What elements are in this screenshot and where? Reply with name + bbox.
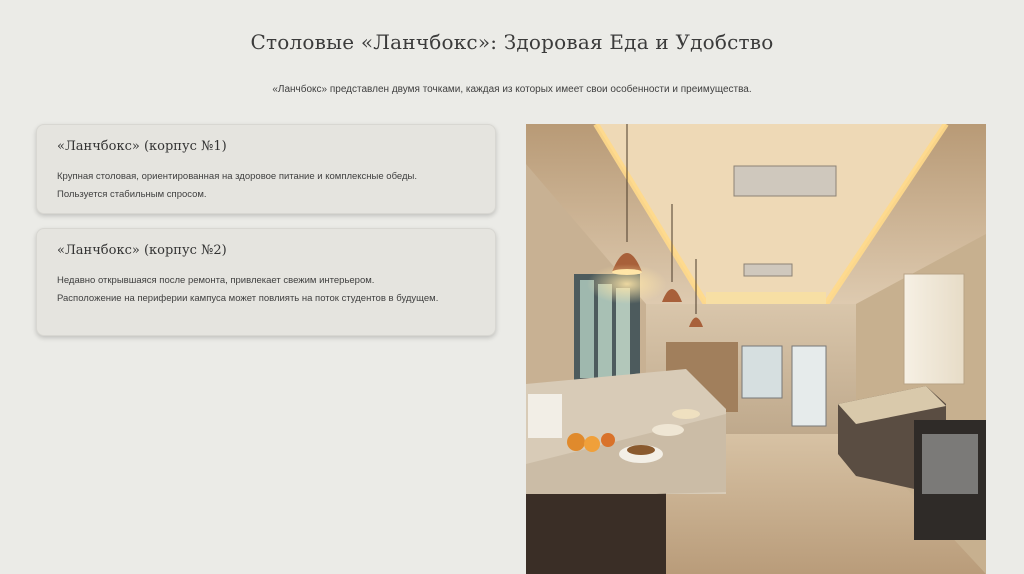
card-title: «Ланчбокс» (корпус №2)	[57, 243, 227, 258]
card-text-line: Пользуется стабильным спросом.	[57, 189, 207, 200]
card-text-line: Крупная столовая, ориентированная на здо…	[57, 171, 417, 182]
card-building-2: «Ланчбокс» (корпус №2) Недавно открывшая…	[36, 228, 496, 336]
card-title: «Ланчбокс» (корпус №1)	[57, 139, 227, 154]
card-text-line: Расположение на периферии кампуса может …	[57, 293, 439, 304]
slide-title: Столовые «Ланчбокс»: Здоровая Еда и Удоб…	[250, 30, 774, 54]
cafeteria-interior-photo	[526, 124, 986, 574]
slide-subtitle: «Ланчбокс» представлен двумя точками, ка…	[272, 84, 752, 95]
card-text-line: Недавно открывшаяся после ремонта, привл…	[57, 275, 375, 286]
card-building-1: «Ланчбокс» (корпус №1) Крупная столовая,…	[36, 124, 496, 214]
